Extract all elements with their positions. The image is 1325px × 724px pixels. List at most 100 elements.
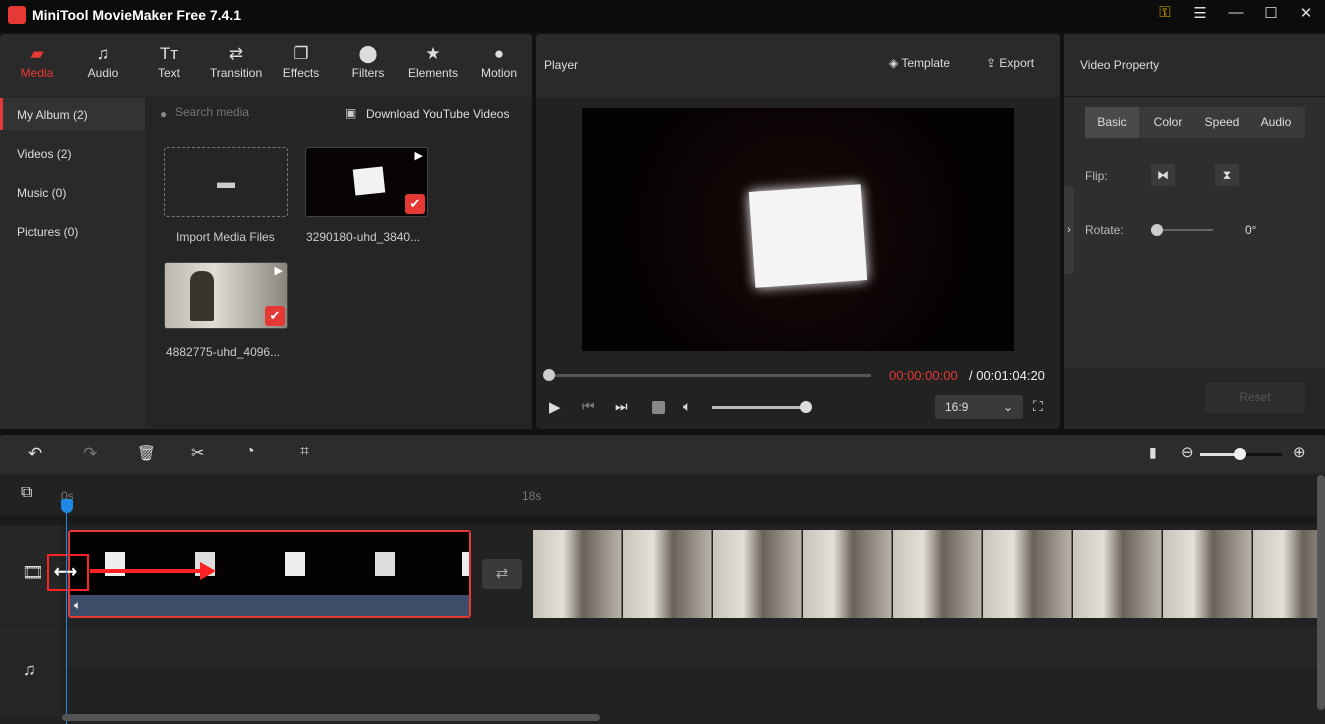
playhead[interactable]	[66, 503, 67, 724]
toolbar-filters[interactable]: ⬤ Filters	[335, 44, 401, 80]
annotation-arrow	[90, 569, 208, 573]
audio-track	[66, 627, 1317, 667]
sidebar-item-my-album[interactable]: My Album (2)	[0, 98, 145, 130]
player-title: Player	[544, 58, 579, 72]
media-area: ● ▣ Download YouTube Videos ▬ Import Med…	[145, 97, 532, 429]
total-time: / 00:01:04:20	[969, 368, 1045, 383]
rotate-handle[interactable]	[1151, 224, 1163, 236]
maximize-icon[interactable]: ☐	[1259, 4, 1283, 26]
transition-icon: ⇄	[228, 44, 244, 63]
zoom-in-icon[interactable]: ⊕	[1293, 443, 1306, 461]
filters-icon: ⬤	[358, 44, 378, 63]
flip-horizontal-icon[interactable]: ⧓	[1151, 164, 1175, 186]
timeline-toolbar: ↶ ↷ 🗑︎ ✂ ◔ ⌗ ▮ ⊖ ⊕	[0, 435, 1325, 474]
playhead-handle[interactable]	[61, 499, 73, 513]
folder-icon: ▬	[217, 172, 235, 192]
toolbar-elements[interactable]: ★ Elements	[400, 44, 466, 80]
video-clip-2[interactable]	[533, 530, 1317, 618]
title-bar: MiniTool MovieMaker Free 7.4.1 ⚿ ☰ — ☐ ✕	[0, 0, 1325, 32]
close-icon[interactable]: ✕	[1294, 4, 1318, 26]
video-clip-1[interactable]: 🔈︎	[68, 530, 471, 618]
menu-icon[interactable]: ☰	[1188, 4, 1212, 26]
sidebar-item-videos[interactable]: Videos (2)	[0, 137, 145, 169]
motion-icon: ●	[493, 44, 505, 63]
toolbar-audio[interactable]: ♫ Audio	[70, 44, 136, 80]
zoom-handle[interactable]	[1234, 448, 1246, 460]
toolbar-motion[interactable]: ● Motion	[466, 44, 532, 80]
media-item[interactable]: ▶ ✔	[164, 262, 288, 329]
checked-icon[interactable]: ✔	[265, 306, 285, 326]
rotate-value: 0°	[1245, 223, 1257, 237]
clip-audio-bar: 🔈︎	[70, 595, 469, 616]
redo-icon[interactable]: ↷	[83, 444, 97, 464]
template-button[interactable]: ◈ Template	[889, 56, 950, 70]
volume-icon[interactable]: 🔈︎	[683, 398, 691, 415]
property-panel: Video Property Basic Color Speed Audio F…	[1064, 34, 1325, 429]
toolbar-effects[interactable]: ❐ Effects	[268, 44, 334, 80]
audio-track-icon: ♫	[23, 660, 36, 679]
elements-icon: ★	[425, 44, 441, 63]
rotate-slider[interactable]	[1156, 229, 1213, 231]
aspect-ratio-select[interactable]: 16:9 ⌄	[935, 395, 1023, 419]
import-media-button[interactable]: ▬	[164, 147, 288, 217]
delete-icon[interactable]: 🗑︎	[137, 444, 156, 462]
expand-panel-icon[interactable]: ›	[1064, 186, 1074, 274]
toolbar-media[interactable]: ▰ Media	[4, 44, 70, 80]
media-sidebar: My Album (2) Videos (2) Music (0) Pictur…	[0, 97, 145, 429]
rotate-label: Rotate:	[1085, 223, 1124, 237]
vertical-scrollbar[interactable]	[1317, 475, 1325, 710]
play-button[interactable]: ▶	[549, 398, 561, 416]
add-track-icon[interactable]: ⧉	[21, 484, 32, 502]
horizontal-scrollbar[interactable]	[62, 714, 600, 721]
video-camera-icon: ▶	[414, 150, 423, 162]
current-time: 00:00:00:00	[889, 368, 958, 383]
player-panel: Player ◈ Template ⇪ Export 00:00:00:00 /…	[536, 34, 1060, 429]
fullscreen-icon[interactable]: ⛶	[1033, 398, 1043, 415]
layers-icon: ◈	[889, 56, 902, 70]
video-frame	[748, 184, 868, 288]
zoom-out-icon[interactable]: ⊖	[1181, 443, 1194, 461]
app-logo	[8, 6, 26, 24]
video-camera-icon: ▶	[274, 265, 283, 277]
next-frame-button[interactable]: ⏭	[615, 398, 628, 415]
crop-icon[interactable]: ⌗	[300, 443, 309, 461]
speed-icon[interactable]: ◔	[245, 443, 255, 461]
media-item-name: 3290180-uhd_3840...	[306, 230, 421, 244]
transition-button[interactable]: ⇄	[482, 559, 522, 589]
tab-audio[interactable]: Audio	[1249, 107, 1303, 138]
property-tabs: Basic Color Speed Audio	[1085, 107, 1305, 138]
sidebar-item-pictures[interactable]: Pictures (0)	[0, 215, 145, 247]
checked-icon[interactable]: ✔	[405, 194, 425, 214]
seek-bar[interactable]	[549, 374, 871, 377]
speaker-icon: 🔈︎	[74, 598, 82, 612]
folder-icon: ▰	[30, 44, 44, 63]
stop-button[interactable]	[652, 401, 665, 414]
media-item[interactable]: ▶ ✔	[305, 147, 428, 217]
person-figure	[190, 271, 214, 321]
reset-button[interactable]: Reset	[1205, 382, 1305, 413]
tab-basic[interactable]: Basic	[1085, 107, 1139, 138]
export-button[interactable]: ⇪ Export	[986, 56, 1034, 70]
minimize-icon[interactable]: —	[1224, 4, 1248, 26]
tab-speed[interactable]: Speed	[1195, 107, 1249, 138]
toolbar-transition[interactable]: ⇄ Transition	[203, 44, 269, 80]
property-title: Video Property	[1080, 58, 1160, 72]
key-icon[interactable]: ⚿	[1153, 4, 1177, 26]
search-input[interactable]	[175, 105, 325, 119]
volume-handle[interactable]	[800, 401, 812, 413]
fit-timeline-icon[interactable]: ▮	[1149, 444, 1157, 461]
sidebar-item-music[interactable]: Music (0)	[0, 176, 145, 208]
previous-frame-button[interactable]: ⏮	[582, 398, 595, 415]
seek-handle[interactable]	[543, 369, 555, 381]
toolbar-text[interactable]: Tт Text	[136, 44, 202, 80]
volume-slider[interactable]	[712, 406, 804, 409]
annotation-box: ⟷	[47, 554, 89, 591]
tab-color[interactable]: Color	[1141, 107, 1195, 138]
download-youtube-button[interactable]: Download YouTube Videos	[366, 107, 509, 121]
undo-icon[interactable]: ↶	[28, 444, 42, 464]
media-item-name: 4882775-uhd_4096...	[166, 345, 281, 359]
effects-icon: ❐	[293, 44, 309, 63]
timeline: ↶ ↷ 🗑︎ ✂ ◔ ⌗ ▮ ⊖ ⊕ ⧉ 0s 18s 🎞︎ ♫ 🔈︎ ⟷ ⇄	[0, 435, 1325, 724]
flip-vertical-icon[interactable]: ⧗	[1215, 164, 1239, 186]
split-icon[interactable]: ✂	[191, 443, 204, 463]
